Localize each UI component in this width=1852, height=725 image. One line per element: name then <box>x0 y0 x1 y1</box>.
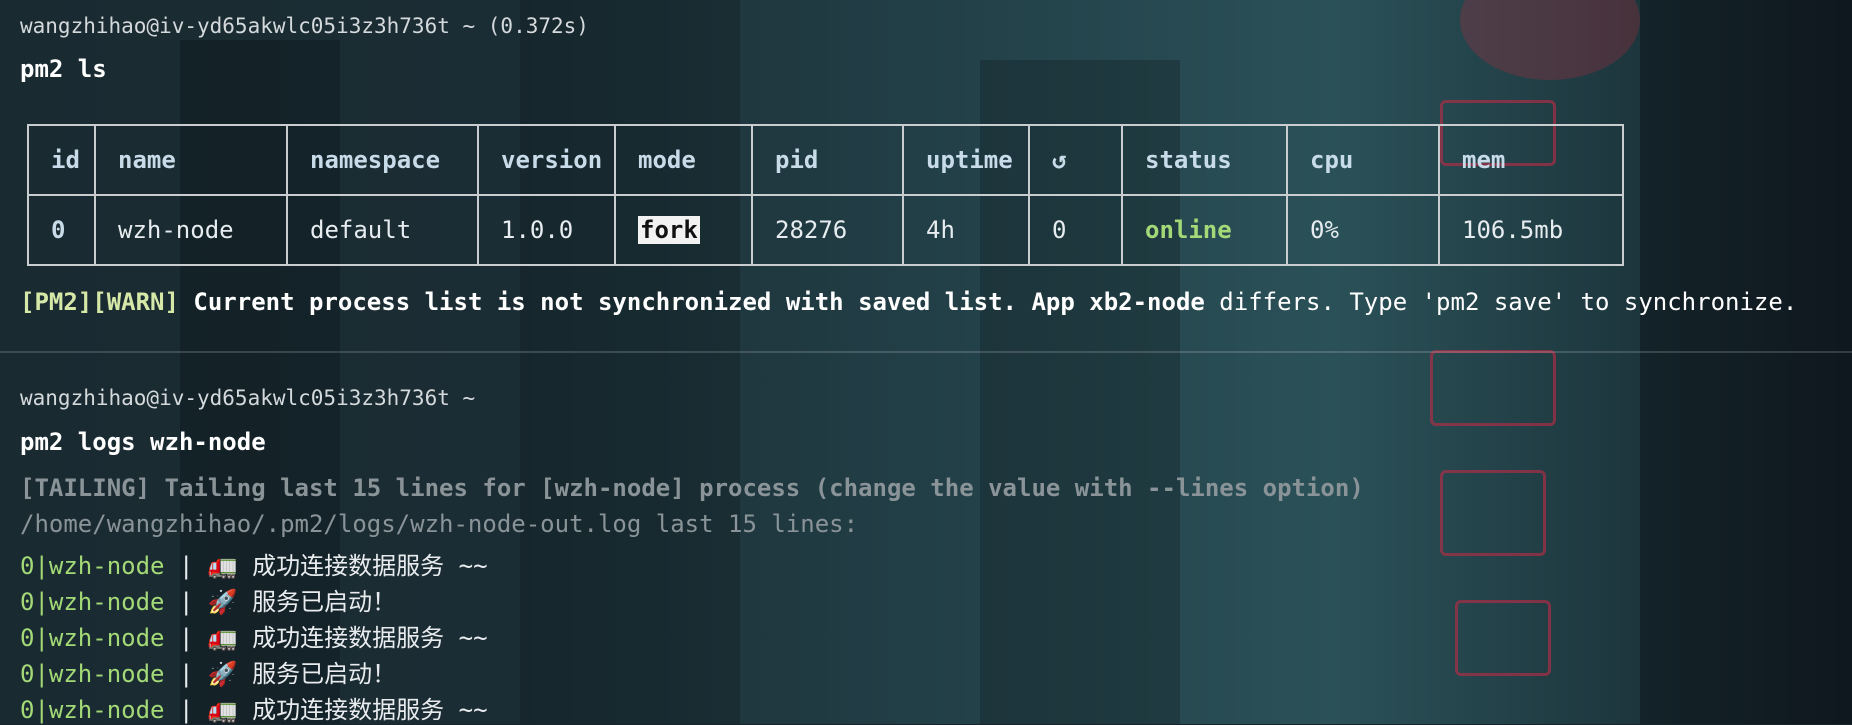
log-text: | 🚀 服务已启动！ <box>164 660 397 688</box>
cell-uptime: 4h <box>902 194 1030 266</box>
log-prefix: 0|wzh-node <box>20 624 165 652</box>
col-header-pid: pid <box>751 124 904 196</box>
cell-namespace: default <box>286 194 479 266</box>
col-header-name: name <box>94 124 288 196</box>
warning-line: [PM2][WARN] Current process list is not … <box>20 288 1797 316</box>
mode-fork-highlight: fork <box>638 216 700 244</box>
log-text: | 🚛 成功连接数据服务 ~~ <box>164 696 488 724</box>
col-header-uptime: uptime <box>902 124 1030 196</box>
log-line: 0|wzh-node | 🚀 服务已启动！ <box>20 654 396 689</box>
col-header-status: status <box>1121 124 1288 196</box>
col-header-restarts: ↺ <box>1028 124 1123 196</box>
log-line: 0|wzh-node | 🚀 服务已启动！ <box>20 582 396 617</box>
command-pm2-ls: pm2 ls <box>20 55 107 83</box>
col-header-mode: mode <box>614 124 753 196</box>
cell-status: online <box>1121 194 1288 266</box>
terminal-window: wangzhihao@iv-yd65akwlc05i3z3h736t ~ (0.… <box>0 0 1852 724</box>
log-line: 0|wzh-node | 🚛 成功连接数据服务 ~~ <box>20 546 488 581</box>
log-text: | 🚀 服务已启动！ <box>164 588 397 616</box>
warn-bold-text: Current process list is not synchronized… <box>178 288 1205 316</box>
prompt-line-2: wangzhihao@iv-yd65akwlc05i3z3h736t ~ <box>20 386 476 410</box>
log-line: 0|wzh-node | 🚛 成功连接数据服务 ~~ <box>20 690 488 725</box>
log-prefix: 0|wzh-node <box>20 588 165 616</box>
cell-version: 1.0.0 <box>477 194 616 266</box>
cell-id: 0 <box>27 194 96 266</box>
prompt-line-1: wangzhihao@iv-yd65akwlc05i3z3h736t ~ (0.… <box>20 14 589 38</box>
logfile-line: /home/wangzhihao/.pm2/logs/wzh-node-out.… <box>20 510 859 538</box>
block-separator <box>0 351 1852 353</box>
cell-cpu: 0% <box>1286 194 1440 266</box>
process-table-header: id name namespace version mode pid uptim… <box>27 124 1624 196</box>
log-prefix: 0|wzh-node <box>20 696 165 724</box>
warn-tag: [PM2][WARN] <box>20 288 179 316</box>
cell-pid: 28276 <box>751 194 904 266</box>
col-header-mem: mem <box>1438 124 1624 196</box>
cell-restarts: 0 <box>1028 194 1123 266</box>
log-prefix: 0|wzh-node <box>20 660 165 688</box>
log-text: | 🚛 成功连接数据服务 ~~ <box>164 624 488 652</box>
cell-mem: 106.5mb <box>1438 194 1624 266</box>
command-pm2-logs: pm2 logs wzh-node <box>20 428 266 456</box>
cell-name: wzh-node <box>94 194 288 266</box>
warn-rest-text: differs. Type 'pm2 save' to synchronize. <box>1204 288 1798 316</box>
col-header-id: id <box>27 124 96 196</box>
log-line: 0|wzh-node | 🚛 成功连接数据服务 ~~ <box>20 618 488 653</box>
process-table: id name namespace version mode pid uptim… <box>27 124 1624 266</box>
col-header-version: version <box>477 124 616 196</box>
cell-mode: fork <box>614 194 753 266</box>
tailing-line: [TAILING] Tailing last 15 lines for [wzh… <box>20 474 1364 502</box>
log-prefix: 0|wzh-node <box>20 552 165 580</box>
log-text: | 🚛 成功连接数据服务 ~~ <box>164 552 488 580</box>
col-header-cpu: cpu <box>1286 124 1440 196</box>
table-row: 0 wzh-node default 1.0.0 fork 28276 4h 0… <box>27 194 1624 266</box>
col-header-namespace: namespace <box>286 124 479 196</box>
